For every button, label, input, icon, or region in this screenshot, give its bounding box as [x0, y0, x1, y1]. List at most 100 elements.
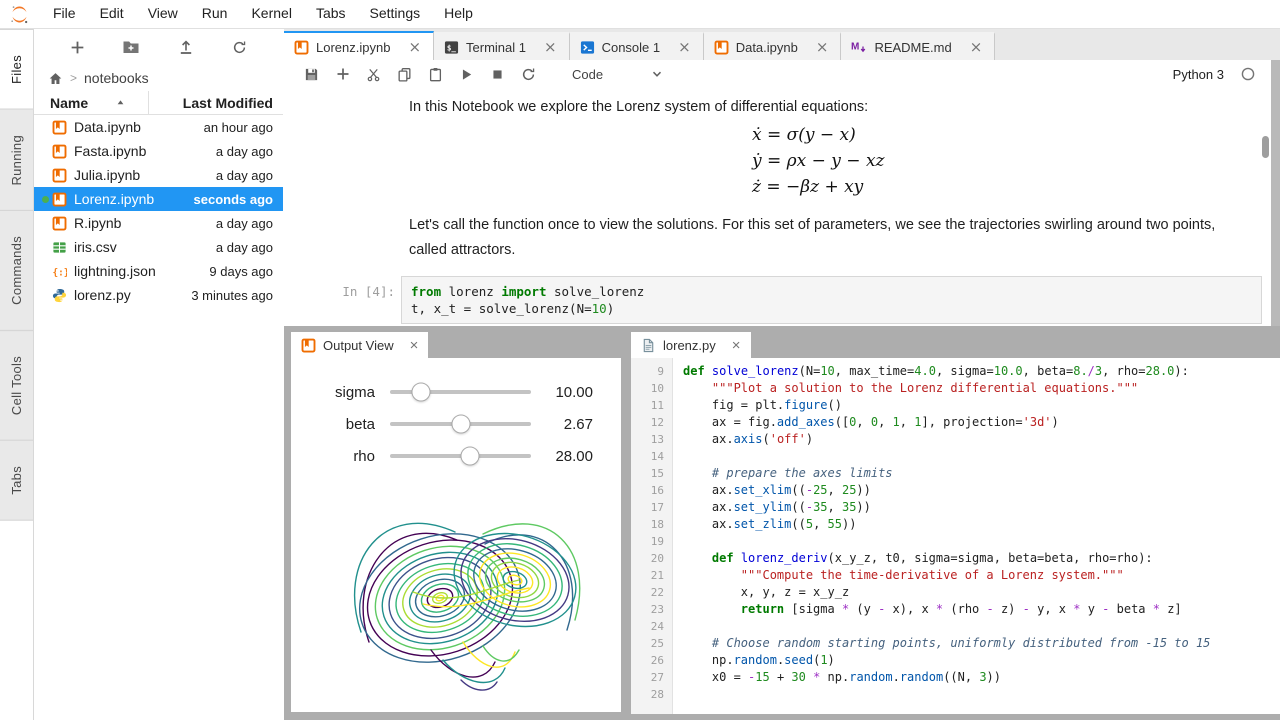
close-icon[interactable]: × [732, 337, 741, 354]
chevron-down-icon[interactable] [651, 68, 663, 80]
copy-icon [397, 67, 412, 82]
sidebar-tab-files[interactable]: Files [0, 29, 33, 110]
code-cell: In [4]: from lorenz import solve_lorenzt… [284, 276, 1271, 324]
save-button[interactable] [296, 62, 327, 86]
cell-type-dropdown[interactable]: Code [572, 67, 603, 82]
sidebar-tab-running[interactable]: Running [0, 109, 33, 212]
file-list: Data.ipynb an hour ago Fasta.ipynb a day… [34, 115, 283, 307]
line-number: 28 [631, 686, 672, 703]
slider-track[interactable] [390, 390, 531, 394]
file-row-r-ipynb[interactable]: R.ipynb a day ago [34, 211, 283, 235]
line-number: 13 [631, 431, 672, 448]
tab-data-ipynb[interactable]: Data.ipynb × [704, 32, 842, 60]
output-view-content: sigma 10.00 beta 2.67 rho 28.00 [291, 358, 621, 712]
close-icon[interactable]: × [814, 38, 831, 56]
tab-readme-md[interactable]: M README.md × [841, 32, 995, 60]
new-folder-icon [122, 38, 140, 56]
editor-line: 22 x, y, z = x_y_z [631, 584, 1280, 601]
notebook-icon [51, 120, 67, 135]
file-row-lightning-json[interactable]: {:} lightning.json 9 days ago [34, 259, 283, 283]
editor-line: 18 ax.set_zlim((5, 55)) [631, 516, 1280, 533]
notebook-content[interactable]: In this Notebook we explore the Lorenz s… [284, 88, 1271, 326]
close-icon[interactable]: × [542, 38, 559, 56]
equation-line: ż = −βz + xy [752, 174, 885, 200]
sidebar-tab-tabs[interactable]: Tabs [0, 440, 33, 521]
slider-value: 28.00 [531, 448, 593, 465]
line-number: 19 [631, 533, 672, 550]
file-row-lorenz-py[interactable]: lorenz.py 3 minutes ago [34, 283, 283, 307]
notebook-icon [714, 40, 729, 55]
refresh-icon [521, 67, 536, 82]
slider-handle[interactable] [461, 447, 480, 466]
json-icon: {:} [51, 264, 67, 279]
output-view-tab-bar: Output View × [291, 332, 621, 358]
file-row-data-ipynb[interactable]: Data.ipynb an hour ago [34, 115, 283, 139]
new-folder-button[interactable] [118, 34, 144, 60]
close-icon[interactable]: × [410, 337, 419, 354]
editor-line: 26 np.random.seed(1) [631, 652, 1280, 669]
menu-item-run[interactable]: Run [190, 5, 240, 21]
upload-button[interactable] [173, 34, 199, 60]
svg-text:M: M [851, 42, 859, 53]
close-icon[interactable]: × [676, 38, 693, 56]
new-launcher-button[interactable] [64, 34, 90, 60]
editor-line: 14 [631, 448, 1280, 465]
file-icon [641, 338, 656, 353]
slider-value: 2.67 [531, 416, 593, 433]
code-editor[interactable]: 8 9 def solve_lorenz(N=10, max_time=4.0,… [631, 358, 1280, 714]
new-launcher-icon [69, 39, 86, 56]
menu-item-tabs[interactable]: Tabs [304, 5, 358, 21]
column-header-modified[interactable]: Last Modified [148, 91, 283, 114]
file-row-iris-csv[interactable]: iris.csv a day ago [34, 235, 283, 259]
close-icon[interactable]: × [968, 38, 985, 56]
line-number: 21 [631, 567, 672, 584]
sidebar-tab-cell-tools[interactable]: Cell Tools [0, 330, 33, 441]
kernel-name[interactable]: Python 3 [1173, 67, 1224, 82]
tab-lorenz-py[interactable]: lorenz.py × [631, 332, 751, 358]
editor-line: 24 [631, 618, 1280, 635]
tab-lorenz-ipynb[interactable]: Lorenz.ipynb × [284, 31, 434, 61]
copy-button[interactable] [389, 62, 420, 86]
menu-item-settings[interactable]: Settings [358, 5, 433, 21]
slider-handle[interactable] [451, 415, 470, 434]
slider-handle[interactable] [412, 383, 431, 402]
line-number: 14 [631, 448, 672, 465]
paste-button[interactable] [420, 62, 451, 86]
markdown-body: Let's call the function once to view the… [409, 213, 1251, 263]
menu-item-file[interactable]: File [41, 5, 88, 21]
slider-track[interactable] [390, 454, 531, 458]
cut-button[interactable] [358, 62, 389, 86]
slider-row-beta: beta 2.67 [305, 408, 593, 440]
file-row-fasta-ipynb[interactable]: Fasta.ipynb a day ago [34, 139, 283, 163]
close-icon[interactable]: × [406, 38, 423, 56]
breadcrumb-path[interactable]: notebooks [84, 70, 149, 86]
file-row-lorenz-ipynb[interactable]: Lorenz.ipynb seconds ago [34, 187, 283, 211]
parameter-sliders: sigma 10.00 beta 2.67 rho 28.00 [291, 376, 621, 472]
sort-ascending-icon [116, 98, 125, 107]
file-browser: > notebooks Name Last Modified Data.ipyn… [34, 29, 283, 720]
file-row-julia-ipynb[interactable]: Julia.ipynb a day ago [34, 163, 283, 187]
slider-track[interactable] [390, 422, 531, 426]
menu-item-kernel[interactable]: Kernel [239, 5, 303, 21]
tab-console-1[interactable]: Console 1 × [570, 32, 704, 60]
slider-row-sigma: sigma 10.00 [305, 376, 593, 408]
run-button[interactable] [451, 62, 482, 86]
column-header-name[interactable]: Name [34, 91, 148, 114]
menu-item-edit[interactable]: Edit [88, 5, 136, 21]
menu-item-view[interactable]: View [136, 5, 190, 21]
sidebar-tab-commands[interactable]: Commands [0, 210, 33, 331]
home-icon[interactable] [48, 71, 63, 86]
activity-sidebar: FilesRunningCommandsCell ToolsTabs [0, 29, 34, 720]
svg-text:{:}: {:} [52, 267, 67, 278]
line-number: 9 [631, 363, 672, 380]
stop-button[interactable] [482, 62, 513, 86]
menu-item-help[interactable]: Help [432, 5, 485, 21]
add-button[interactable] [327, 62, 358, 86]
notebook-scrollbar-thumb[interactable] [1262, 136, 1269, 158]
tab-output-view[interactable]: Output View × [291, 332, 428, 358]
dock-edge [1271, 60, 1280, 326]
tab-terminal-1[interactable]: $_ Terminal 1 × [434, 32, 570, 60]
refresh-button[interactable] [227, 34, 253, 60]
refresh-button[interactable] [513, 62, 544, 86]
cell-code-editor[interactable]: from lorenz import solve_lorenzt, x_t = … [401, 276, 1262, 324]
